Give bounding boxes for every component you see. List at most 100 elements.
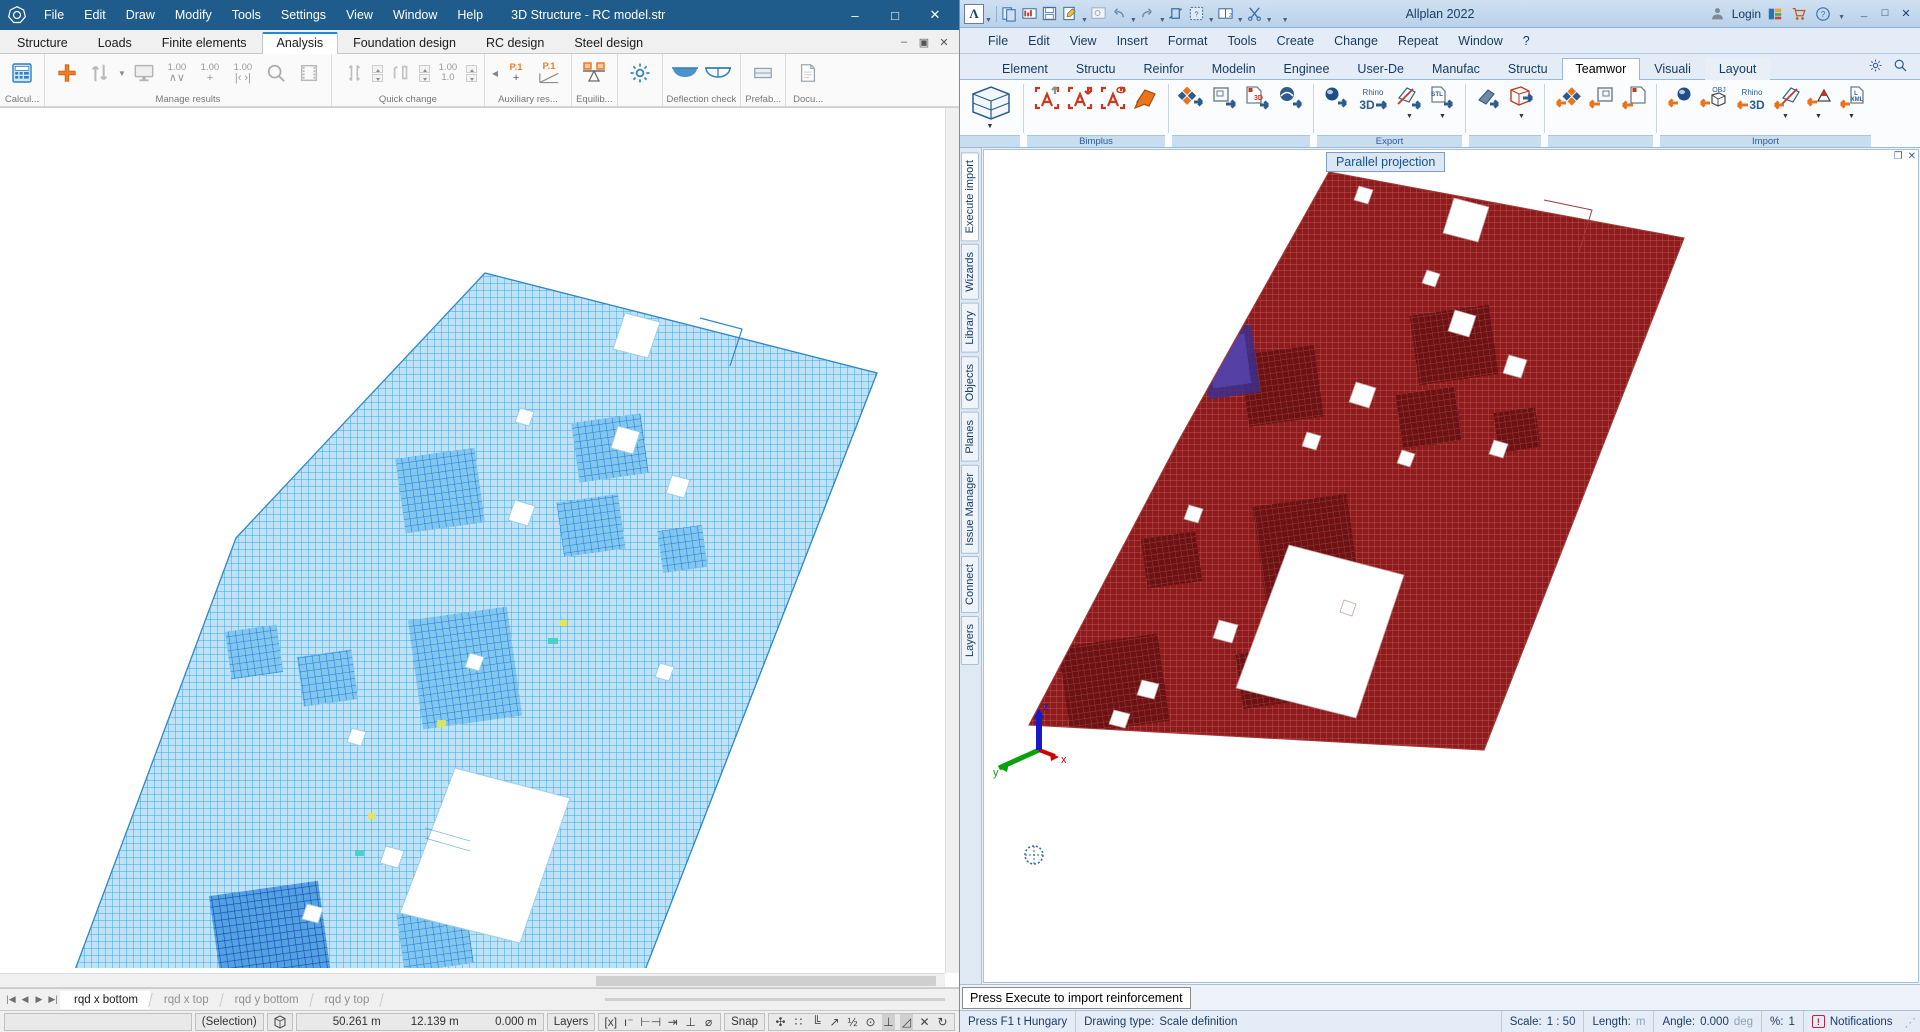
menu-edit[interactable]: Edit xyxy=(74,4,116,26)
bimplus-model-icon[interactable]: ▼ xyxy=(964,84,1016,130)
sheet-tab-rqd-x-top[interactable]: rqd x top xyxy=(150,991,221,1009)
import-cinema4d-icon[interactable] xyxy=(1664,84,1695,112)
right-close-button[interactable]: ✕ xyxy=(1896,4,1916,24)
point-result-section-icon[interactable]: P.1 xyxy=(534,56,564,90)
doc-restore-button[interactable]: ▣ xyxy=(915,33,933,51)
deflection-check-2-icon[interactable] xyxy=(703,56,733,90)
resize-grip-icon[interactable]: ⋰ xyxy=(1901,1011,1920,1032)
import-obj-icon[interactable]: OBJ xyxy=(1697,84,1728,112)
osnap-center-icon[interactable]: ⊙ xyxy=(864,1014,877,1030)
tab-rc-design[interactable]: RC design xyxy=(471,32,559,54)
scale-plus-icon[interactable]: 1.00 + xyxy=(195,56,225,90)
export-stl-caret-icon[interactable]: ▼ xyxy=(1439,113,1446,120)
left-3d-viewport[interactable] xyxy=(0,107,959,988)
settings-gear-icon[interactable] xyxy=(625,56,655,90)
last-sheet-button[interactable]: ▶| xyxy=(46,991,60,1009)
import-attributes-icon[interactable]: ▼ xyxy=(1770,84,1801,120)
diagram-height-spinner[interactable] xyxy=(418,64,430,82)
viewport-restore-icon[interactable]: ❐ xyxy=(1894,151,1903,162)
redo-icon[interactable] xyxy=(1138,4,1158,24)
wizard-icon[interactable]: ? xyxy=(1187,4,1207,24)
wizard-caret-icon[interactable]: ▼ xyxy=(1208,17,1215,27)
menu-window[interactable]: Window xyxy=(383,4,447,26)
osnap-node-icon[interactable]: ✣ xyxy=(774,1014,787,1030)
osnap-corner-icon[interactable]: ╚ xyxy=(810,1014,823,1030)
r-tab-structure[interactable]: Structu xyxy=(1062,58,1130,80)
side-tab-connect[interactable]: Connect xyxy=(961,556,980,614)
status-length[interactable]: Length: m xyxy=(1584,1010,1655,1032)
value-ratio-spinner[interactable] xyxy=(465,64,477,82)
right-minimize-button[interactable]: _ xyxy=(1854,4,1874,24)
scrollbar-thumb[interactable] xyxy=(596,976,936,986)
cut-caret-icon[interactable]: ▼ xyxy=(1266,17,1273,27)
menu-modify[interactable]: Modify xyxy=(165,4,222,26)
osnap-perpendicular-icon[interactable]: ⊥ xyxy=(882,1013,895,1030)
tab-foundation-design[interactable]: Foundation design xyxy=(338,32,471,54)
import-pdf-icon[interactable] xyxy=(1618,84,1649,112)
status-percent[interactable]: %: 1 xyxy=(1762,1010,1804,1032)
bimplus-attributes-icon[interactable] xyxy=(1130,84,1161,114)
r-tab-layout[interactable]: Layout xyxy=(1704,58,1771,80)
side-tab-library[interactable]: Library xyxy=(961,303,980,353)
r-menu-window[interactable]: Window xyxy=(1448,31,1512,51)
allplan-logo-caret-icon[interactable]: ▼ xyxy=(985,17,992,27)
osnap-line-icon[interactable]: ↗ xyxy=(828,1014,841,1030)
export-pointcloud-icon[interactable] xyxy=(1473,84,1504,112)
export-ifc-icon[interactable] xyxy=(1176,84,1207,112)
documentation-icon[interactable] xyxy=(793,56,823,90)
split-caret-icon[interactable]: ▼ xyxy=(1237,17,1244,27)
right-3d-viewport[interactable]: ❐ ✕ Parallel projection y x z xyxy=(982,149,1919,983)
sheet-tab-rqd-x-bottom[interactable]: rqd x bottom xyxy=(60,990,150,1009)
close-button[interactable]: ✕ xyxy=(915,0,955,30)
sort-results-icon[interactable] xyxy=(85,56,115,90)
right-restore-button[interactable]: □ xyxy=(1875,4,1895,24)
r-tab-element[interactable]: Element xyxy=(988,58,1062,80)
sheet-tab-rqd-y-top[interactable]: rqd y top xyxy=(311,991,382,1009)
r-menu-view[interactable]: View xyxy=(1060,31,1107,51)
point-result-add-icon[interactable]: P.1 + xyxy=(501,56,531,90)
sort-results-dropdown-caret-icon[interactable]: ▼ xyxy=(118,69,126,78)
snap-midpoint-icon[interactable]: ⊢⊣ xyxy=(640,1014,661,1030)
model-dropdown-caret-icon[interactable]: ▼ xyxy=(987,123,994,130)
r-tab-manufacturer[interactable]: Manufac xyxy=(1418,58,1494,80)
r-menu-insert[interactable]: Insert xyxy=(1107,31,1158,51)
import-xml-caret-icon[interactable]: ▼ xyxy=(1848,113,1855,120)
r-tab-visualize[interactable]: Visuali xyxy=(1640,58,1705,80)
osnap-intersection-icon[interactable]: ◿ xyxy=(900,1013,913,1030)
undo-icon[interactable] xyxy=(1109,4,1129,24)
ribbon-gear-icon[interactable] xyxy=(1868,58,1883,76)
import-attributes-caret-icon[interactable]: ▼ xyxy=(1782,113,1789,120)
snap-label-button[interactable]: Snap xyxy=(724,1012,765,1031)
help-icon[interactable]: ? xyxy=(1813,4,1833,24)
doc-minimize-button[interactable]: – xyxy=(895,33,913,51)
value-ratio-icon[interactable]: 1.00 1.0 xyxy=(433,56,463,90)
next-sheet-button[interactable]: ▶ xyxy=(32,991,46,1009)
side-tab-execute-import[interactable]: Execute import xyxy=(961,152,980,242)
connect-icon[interactable] xyxy=(1765,4,1785,24)
import-xml-icon[interactable]: L XML ▼ xyxy=(1836,84,1867,120)
bimplus-download-icon[interactable] xyxy=(1064,84,1095,114)
bimplus-view-icon[interactable] xyxy=(1097,84,1128,114)
r-menu-file[interactable]: File xyxy=(978,31,1018,51)
menu-file[interactable]: File xyxy=(34,4,74,26)
import-rhino-3d-icon[interactable]: Rhino 3D xyxy=(1730,84,1768,114)
menu-draw[interactable]: Draw xyxy=(116,4,165,26)
snap-endpoint-icon[interactable]: ı⁻ xyxy=(622,1014,635,1030)
export-dwg-icon[interactable] xyxy=(1209,84,1240,112)
sheet-tab-rqd-y-bottom[interactable]: rqd y bottom xyxy=(221,991,311,1009)
r-menu-create[interactable]: Create xyxy=(1267,31,1325,51)
preview-icon[interactable] xyxy=(1089,4,1109,24)
viewport-horizontal-scrollbar[interactable] xyxy=(0,973,945,987)
r-tab-teamwork[interactable]: Teamwor xyxy=(1561,58,1641,80)
sheet-scroll-bar[interactable] xyxy=(605,998,945,1001)
r-menu-format[interactable]: Format xyxy=(1158,31,1218,51)
export-attributes-icon[interactable]: ▼ xyxy=(1394,84,1425,120)
export-sketchup-icon[interactable] xyxy=(1275,84,1306,112)
split-window-icon[interactable]: 2 xyxy=(1216,4,1236,24)
side-tab-layers[interactable]: Layers xyxy=(961,616,980,666)
login-label[interactable]: Login xyxy=(1732,7,1761,21)
snap-perpendicular-icon[interactable]: ⊥ xyxy=(684,1014,697,1030)
r-tab-structure-2[interactable]: Structu xyxy=(1494,58,1562,80)
calculate-icon[interactable] xyxy=(7,56,37,90)
tab-analysis[interactable]: Analysis xyxy=(261,32,339,54)
